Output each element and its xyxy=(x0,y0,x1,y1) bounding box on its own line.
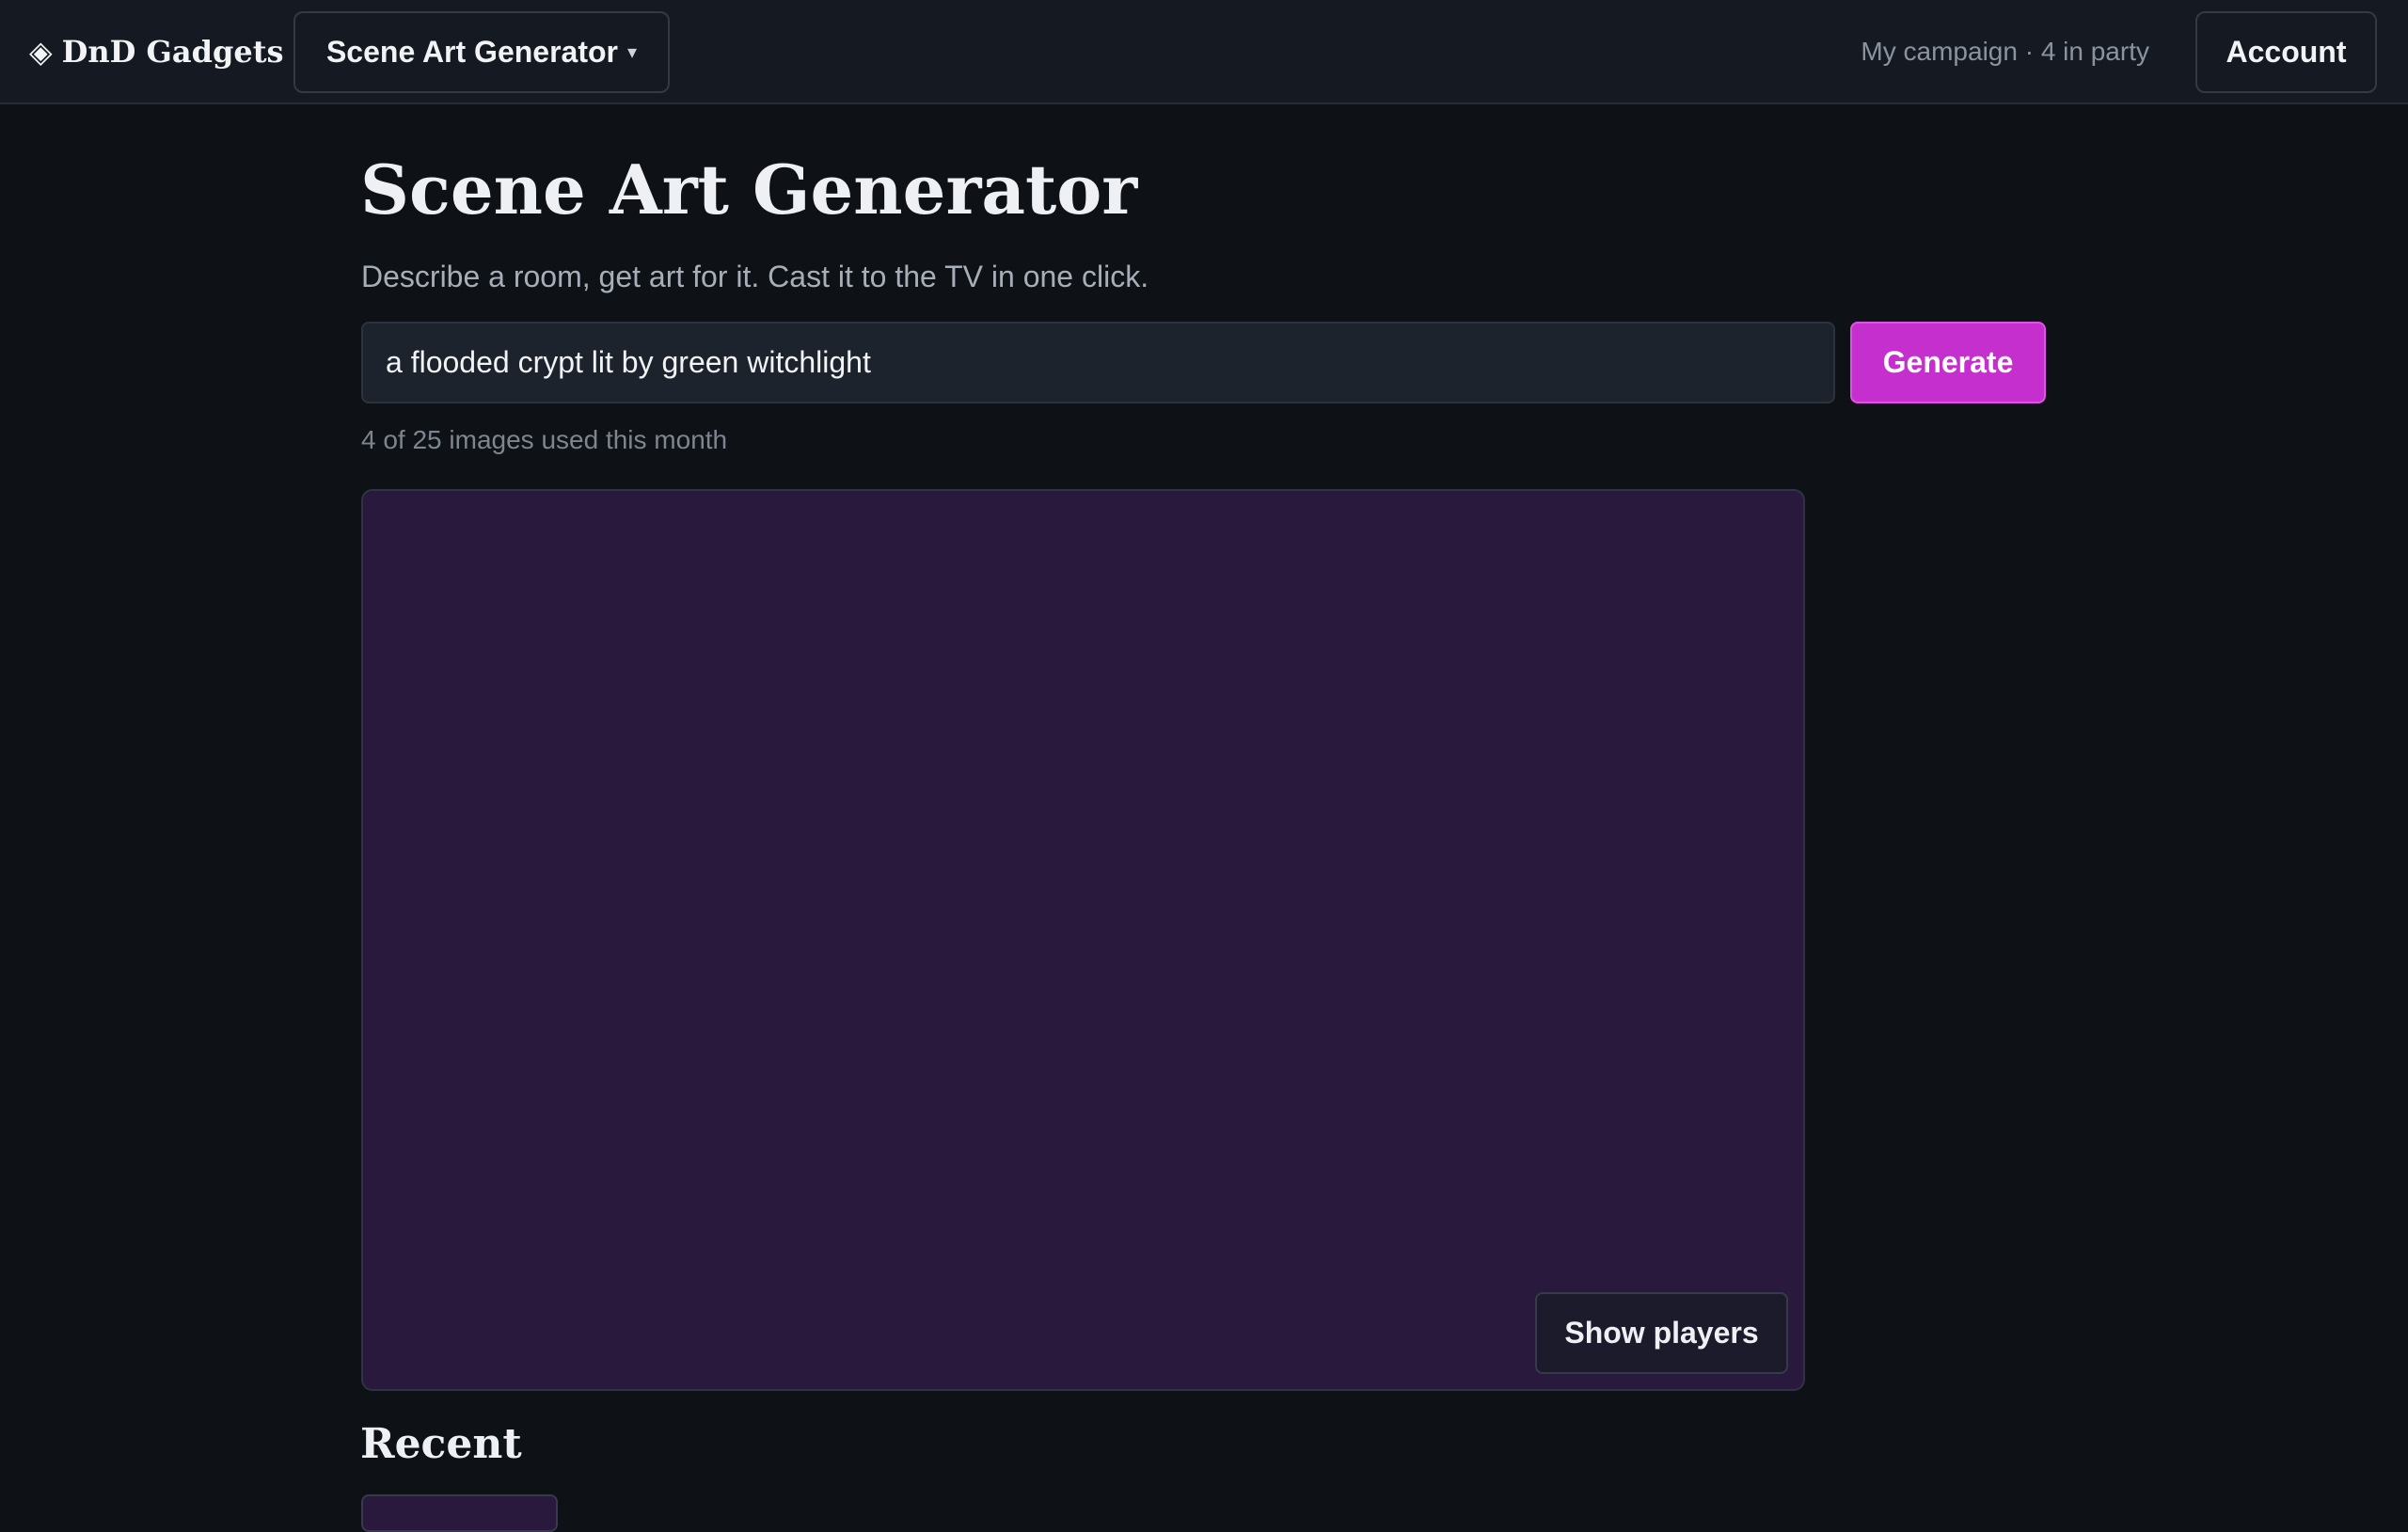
generated-art-canvas xyxy=(361,489,1805,1391)
usage-counter: 4 of 25 images used this month xyxy=(361,425,728,454)
tool-selector-dropdown[interactable]: Scene Art Generator ▾ xyxy=(293,11,670,93)
brand-logo[interactable]: ◈ DnD Gadgets xyxy=(29,28,283,75)
generate-button[interactable]: Generate xyxy=(1850,322,2046,403)
recent-thumbnail[interactable] xyxy=(361,1494,558,1532)
show-players-button[interactable]: Show players xyxy=(1535,1292,1788,1374)
campaign-status: My campaign · 4 in party xyxy=(1861,37,2149,66)
top-nav-bar: ◈ DnD Gadgets Scene Art Generator ▾ My c… xyxy=(0,0,2408,104)
diamond-logo-icon: ◈ xyxy=(29,34,53,70)
brand-name: DnD Gadgets xyxy=(61,34,284,70)
recent-heading: Recent xyxy=(360,1420,522,1468)
tool-selector-label: Scene Art Generator xyxy=(325,35,618,69)
chevron-down-icon: ▾ xyxy=(626,42,638,63)
page-title: Scene Art Generator xyxy=(360,150,1138,229)
page-subtitle: Describe a room, get art for it. Cast it… xyxy=(361,260,1149,293)
scene-prompt-input[interactable] xyxy=(361,322,1835,403)
account-button[interactable]: Account xyxy=(2195,11,2377,93)
